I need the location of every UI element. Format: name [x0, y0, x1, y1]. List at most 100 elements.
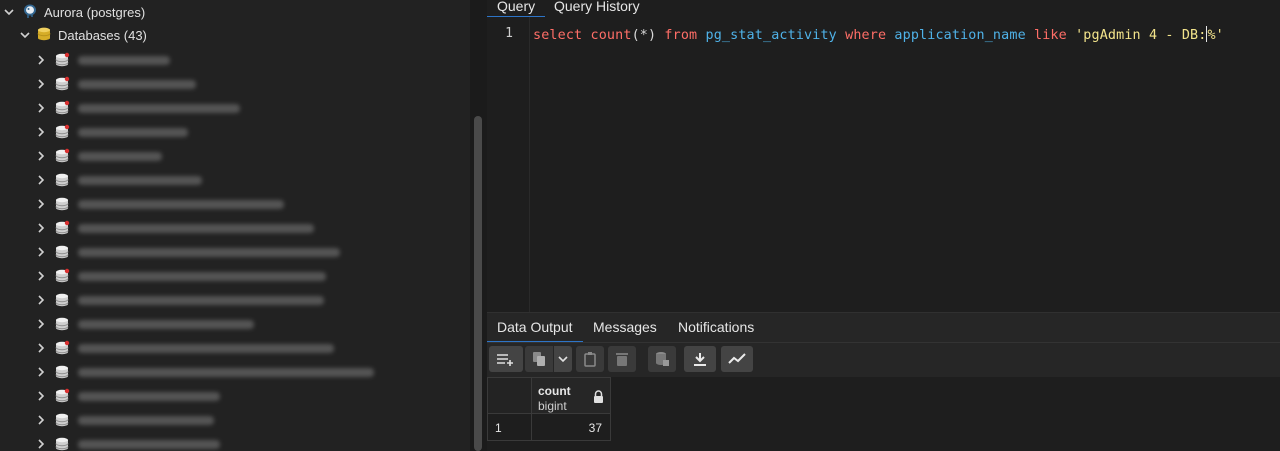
- cell-value: 37: [588, 421, 602, 435]
- chevron-right-icon[interactable]: [34, 221, 48, 235]
- paste-button[interactable]: [576, 346, 604, 372]
- database-name-redacted: [78, 55, 170, 65]
- tab-messages[interactable]: Messages: [583, 313, 667, 341]
- download-button[interactable]: [684, 346, 716, 372]
- tree-node-database[interactable]: [34, 336, 334, 360]
- server-label: Aurora (postgres): [44, 4, 146, 20]
- string-literal-start: 'pgAdmin 4 - DB:: [1075, 28, 1207, 43]
- chevron-down-icon[interactable]: [18, 28, 32, 42]
- chevron-right-icon[interactable]: [34, 53, 48, 67]
- chevron-right-icon[interactable]: [34, 149, 48, 163]
- keyword-like: like: [1034, 28, 1067, 43]
- database-name-redacted: [78, 295, 324, 305]
- object-explorer: Aurora (postgres) Databases (43): [0, 0, 470, 451]
- row-number: 1: [495, 421, 502, 435]
- tree-node-database[interactable]: [34, 432, 220, 451]
- database-name-redacted: [78, 343, 334, 353]
- chevron-right-icon[interactable]: [34, 77, 48, 91]
- query-tool: Query Query History 1 select count(*) fr…: [487, 0, 1280, 451]
- output-toolbar: [487, 342, 1280, 378]
- tree-node-database[interactable]: [34, 144, 162, 168]
- tree-node-database[interactable]: [34, 96, 240, 120]
- copy-button[interactable]: [525, 346, 553, 372]
- chevron-right-icon[interactable]: [34, 413, 48, 427]
- chevron-right-icon[interactable]: [34, 269, 48, 283]
- database-icon: [54, 340, 70, 356]
- column-header-type: bigint: [538, 399, 567, 413]
- chevron-right-icon[interactable]: [34, 365, 48, 379]
- add-row-button[interactable]: [489, 346, 523, 372]
- download-icon: [693, 352, 707, 366]
- database-icon: [54, 388, 70, 404]
- chevron-right-icon[interactable]: [34, 173, 48, 187]
- chevron-down-icon: [558, 354, 568, 364]
- database-icon: [54, 100, 70, 116]
- database-name-redacted: [78, 79, 196, 89]
- tab-query[interactable]: Query: [487, 0, 546, 18]
- output-tab-bar: Data Output Messages Notifications: [487, 312, 1280, 343]
- tree-scrollbar[interactable]: [470, 0, 487, 451]
- database-icon: [54, 172, 70, 188]
- tree-node-database[interactable]: [34, 48, 170, 72]
- chevron-right-icon[interactable]: [34, 125, 48, 139]
- function-count: count: [590, 28, 632, 43]
- database-icon: [54, 220, 70, 236]
- database-icon: [54, 412, 70, 428]
- tree-node-databases[interactable]: Databases (43): [18, 23, 147, 47]
- sql-code-line[interactable]: select count(*) from pg_stat_activity wh…: [533, 26, 1224, 43]
- chevron-right-icon[interactable]: [34, 197, 48, 211]
- chevron-right-icon[interactable]: [34, 293, 48, 307]
- save-data-changes-button[interactable]: [648, 346, 676, 372]
- graph-visualiser-button[interactable]: [721, 346, 753, 372]
- tree-node-database[interactable]: [34, 312, 254, 336]
- database-name-redacted: [78, 247, 340, 257]
- keyword-from: from: [664, 28, 698, 43]
- tree-node-database[interactable]: [34, 72, 196, 96]
- tree-node-server[interactable]: Aurora (postgres): [2, 0, 145, 24]
- line-gutter: 1: [487, 17, 530, 312]
- tree-node-database[interactable]: [34, 120, 188, 144]
- chevron-right-icon[interactable]: [34, 101, 48, 115]
- table-row[interactable]: 1: [487, 413, 532, 441]
- database-icon: [54, 124, 70, 140]
- tree-scrollbar-thumb[interactable]: [474, 116, 482, 451]
- sql-editor[interactable]: 1 select count(*) from pg_stat_activity …: [487, 17, 1280, 312]
- chevron-right-icon[interactable]: [34, 245, 48, 259]
- database-name-redacted: [78, 223, 314, 233]
- tree-node-database[interactable]: [34, 240, 340, 264]
- tree-node-database[interactable]: [34, 360, 374, 384]
- database-name-redacted: [78, 439, 220, 449]
- chevron-down-icon[interactable]: [2, 5, 16, 19]
- tree-node-database[interactable]: [34, 384, 220, 408]
- tree-node-database[interactable]: [34, 192, 284, 216]
- tab-query-history[interactable]: Query History: [544, 0, 650, 16]
- chevron-right-icon[interactable]: [34, 317, 48, 331]
- tree-node-database[interactable]: [34, 216, 314, 240]
- postgres-server-icon: [22, 3, 38, 22]
- grid-corner[interactable]: [487, 377, 532, 414]
- result-cell-count[interactable]: 37: [531, 413, 611, 441]
- tree-node-database[interactable]: [34, 288, 324, 312]
- chevron-right-icon[interactable]: [34, 437, 48, 451]
- delete-button[interactable]: [608, 346, 636, 372]
- tree-node-database[interactable]: [34, 168, 202, 192]
- database-name-redacted: [78, 127, 188, 137]
- chevron-right-icon[interactable]: [34, 341, 48, 355]
- databases-folder-icon: [36, 26, 52, 45]
- database-name-redacted: [78, 103, 240, 113]
- tab-data-output[interactable]: Data Output: [487, 313, 583, 343]
- database-name-redacted: [78, 151, 162, 161]
- copy-options-dropdown[interactable]: [554, 346, 572, 372]
- database-icon: [54, 268, 70, 284]
- chevron-right-icon[interactable]: [34, 389, 48, 403]
- database-icon: [54, 52, 70, 68]
- column-header-count[interactable]: count bigint: [531, 377, 611, 414]
- databases-label: Databases (43): [58, 27, 147, 43]
- tree-node-database[interactable]: [34, 408, 214, 432]
- tab-notifications[interactable]: Notifications: [668, 313, 764, 341]
- database-icon: [54, 316, 70, 332]
- database-name-redacted: [78, 175, 202, 185]
- tree-node-database[interactable]: [34, 264, 326, 288]
- lock-icon: [593, 390, 604, 406]
- database-name-redacted: [78, 367, 374, 377]
